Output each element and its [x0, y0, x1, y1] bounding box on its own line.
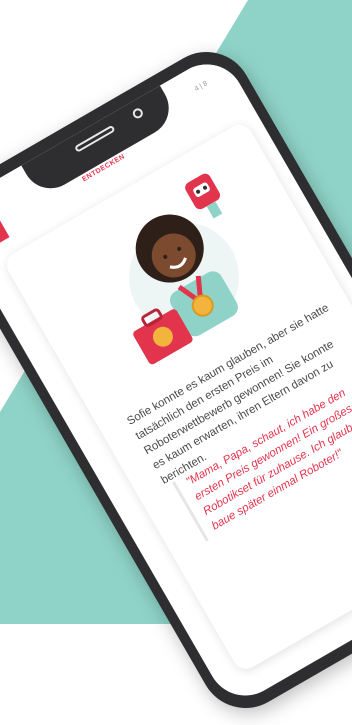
page-counter: 4 | 8: [193, 80, 209, 93]
chevron-left-icon: ‹: [0, 257, 4, 275]
trophy-robot-icon: [185, 173, 223, 219]
back-button[interactable]: ‹: [0, 257, 4, 275]
speaker-icon: [74, 124, 116, 153]
camera-icon: [131, 106, 145, 121]
